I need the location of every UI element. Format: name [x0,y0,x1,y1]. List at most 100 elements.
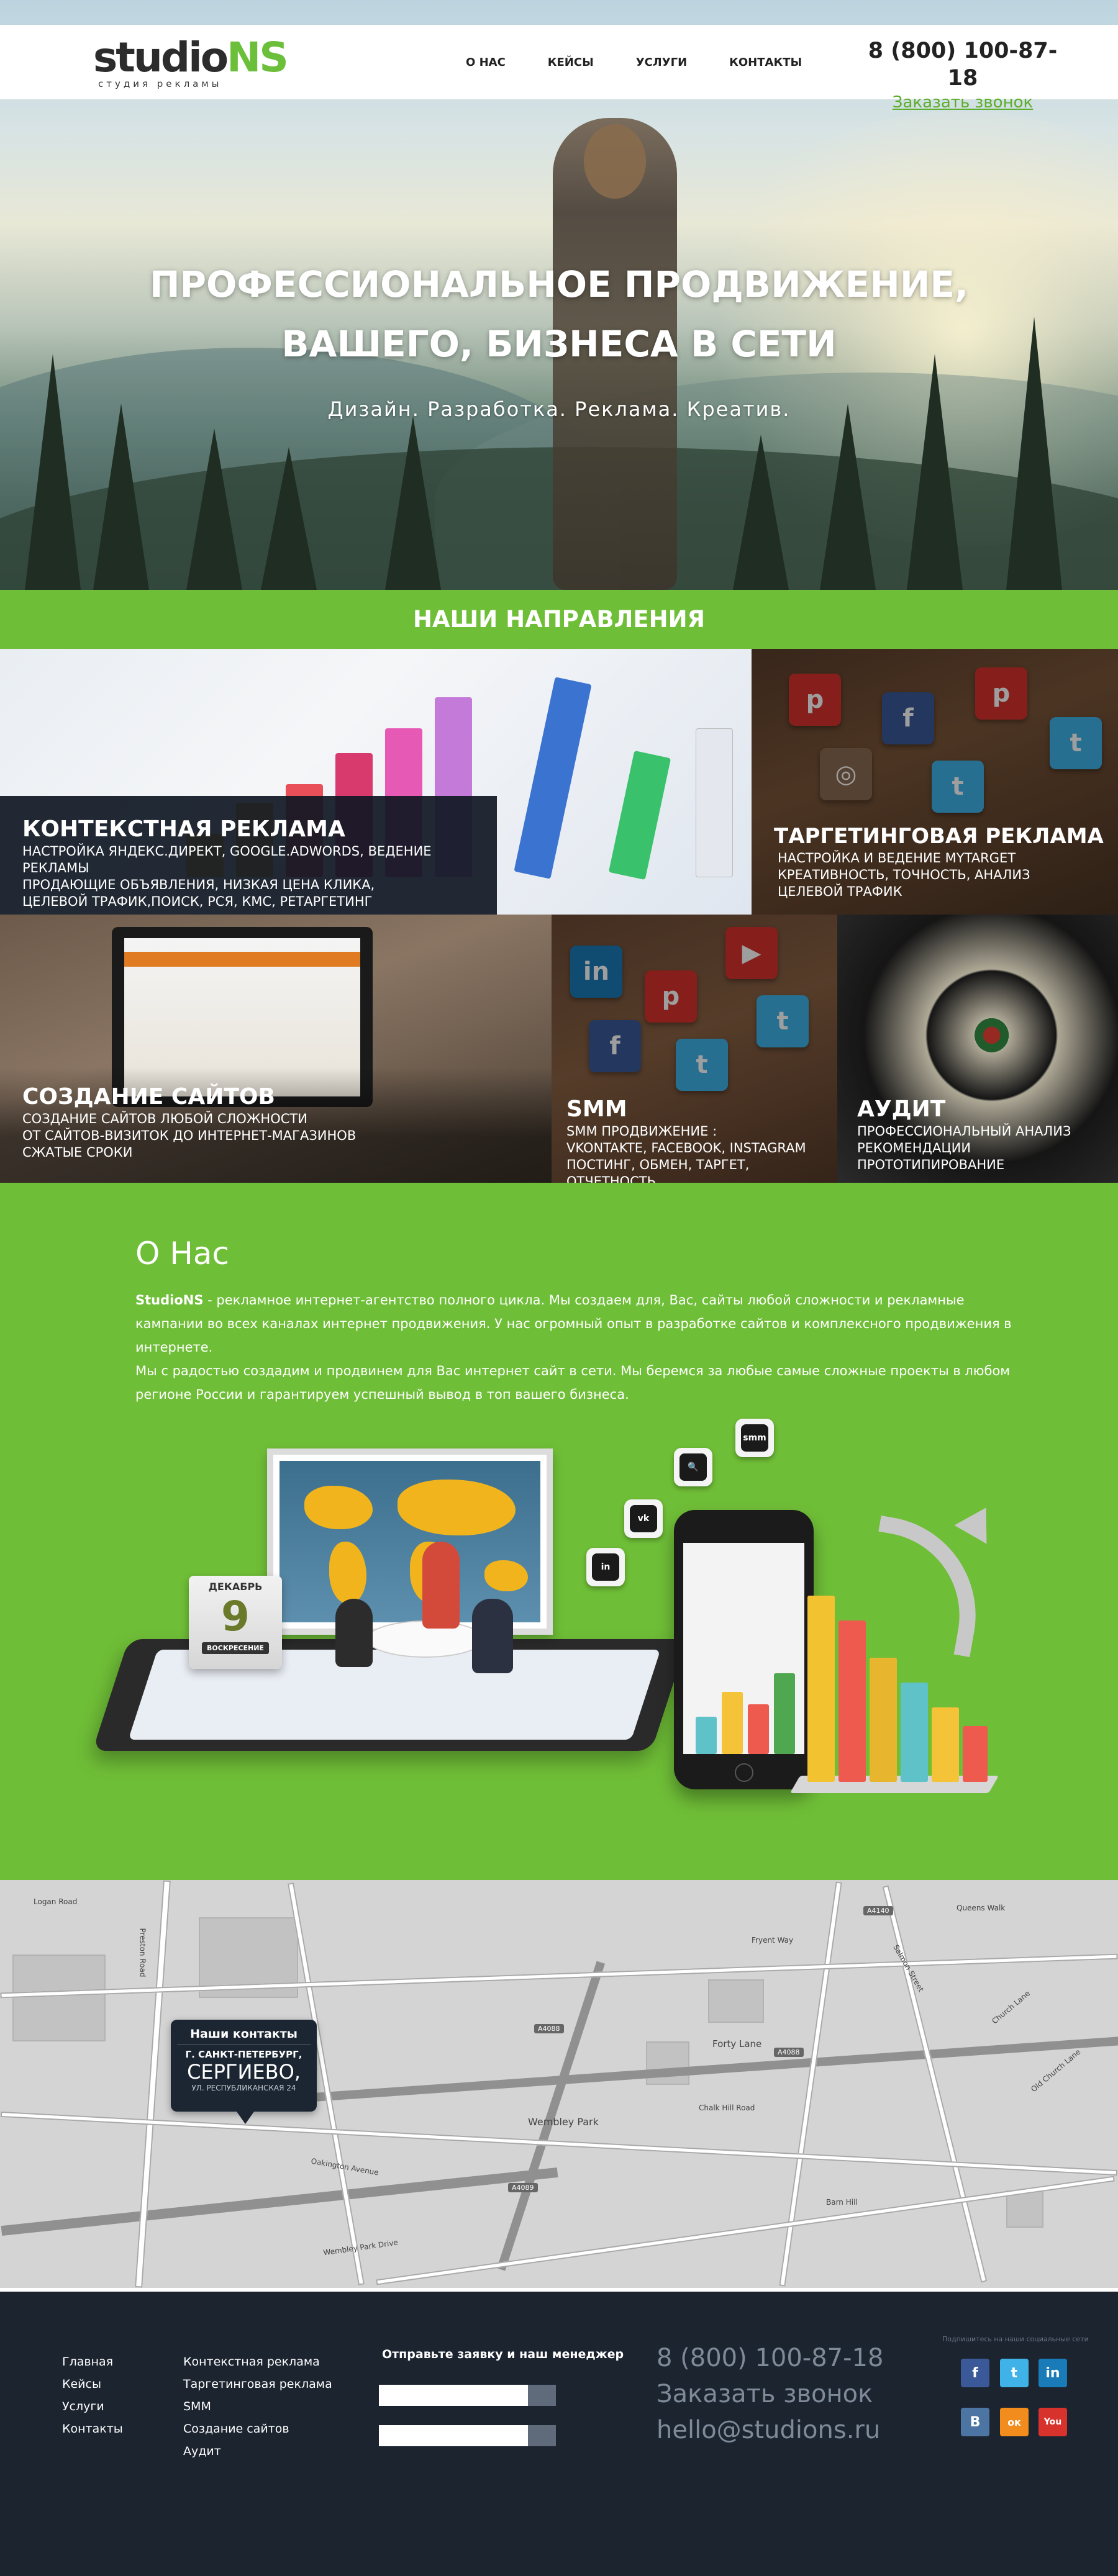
continent-graphic [304,1486,373,1529]
smm-key-icon: smm [735,1419,774,1457]
footer-link-smm[interactable]: SMM [183,2395,332,2418]
footer-name-input[interactable] [379,2385,528,2406]
twitter-icon[interactable]: t [1000,2359,1029,2387]
site-header: studioNS студия рекламы О НАС КЕЙСЫ УСЛУ… [0,25,1118,112]
map-road [0,1953,1118,1999]
tile-line: ПРОДАЮЩИЕ ОБЪЯВЛЕНИЯ, НИЗКАЯ ЦЕНА КЛИКА, [22,877,375,892]
tile-line: ЦЕЛЕВОЙ ТРАФИК,ПОИСК, РСЯ, КМС, РЕТАРГЕТ… [22,894,373,909]
hero-tree [25,354,81,590]
header-contact: 8 (800) 100-87-18 Заказать звонок [857,37,1068,113]
chart-bar-graphic [514,677,592,879]
chart-bar-graphic [608,750,671,880]
nav-item-cases[interactable]: КЕЙСЫ [548,56,594,69]
about-section: О Нас StudioNS - рекламное интернет-аген… [0,1183,1118,1880]
logo-wordmark-ns: NS [227,34,289,81]
footer-form-row [379,2385,556,2406]
footer-phone-input[interactable] [379,2425,528,2446]
footer-callback-link[interactable]: Заказать звонок [657,2376,873,2412]
tile-line: ПРОТОТИПИРОВАНИЕ [857,1157,1005,1172]
tile-targeting-ads[interactable]: p f p t ◎ t ТАРГЕТИНГОВАЯ РЕКЛАМА НАСТРО… [752,649,1118,915]
facebook-icon[interactable]: f [961,2359,989,2387]
nav-item-services[interactable]: УСЛУГИ [636,56,687,69]
footer-link-audit[interactable]: Аудит [183,2440,332,2462]
main-nav: О НАС КЕЙСЫ УСЛУГИ КОНТАКТЫ [466,25,802,99]
footer-phone[interactable]: 8 (800) 100-87-18 [657,2340,883,2376]
nav-item-about[interactable]: О НАС [466,56,506,69]
tile-caption: КОНТЕКСТНАЯ РЕКЛАМА НАСТРОЙКА ЯНДЕКС.ДИР… [0,796,497,915]
calendar-widget: ДЕКАБРЬ 9 ВОСКРЕСЕНИЕ [189,1576,282,1669]
tile-caption: СОЗДАНИЕ САЙТОВ СОЗДАНИЕ САЙТОВ ЛЮБОЙ СЛ… [0,1067,552,1183]
growth-arrow-head [954,1498,1002,1544]
road-number-badge: A4088 [774,2048,804,2057]
phone-chart-bar [774,1673,795,1754]
tile-line: КРЕАТИВНОСТЬ, ТОЧНОСТЬ, АНАЛИЗ [778,867,1030,882]
footer-form-title-wrap: Отправьте заявку и наш менеджер [382,2348,624,2361]
footer-link-context[interactable]: Контекстная реклама [183,2351,332,2373]
road-number-badge: A4088 [534,2024,564,2033]
header-phone-number[interactable]: 8 (800) 100-87-18 [857,37,1068,92]
site-footer: Главная Кейсы Услуги Контакты Контекстна… [0,2288,1118,2576]
hero-title: ПРОФЕССИОНАЛЬНОЕ ПРОДВИЖЕНИЕ, ВАШЕГО, БИ… [0,255,1118,374]
logo[interactable]: studioNS студия рекламы [93,34,323,89]
location-map[interactable]: Logan Road Preston Road Wembley Park For… [0,1880,1118,2288]
about-paragraph: Мы с радостью создадим и продвинем для В… [135,1363,1011,1402]
tile-smm[interactable]: in p ▶ t f t SMM SMM ПРОДВИЖЕНИЕ : VKONT… [552,915,837,1183]
search-key-icon: 🔍 [674,1448,712,1486]
continent-graphic [484,1560,528,1591]
about-title: О Нас [135,1236,229,1272]
graphic-bar [838,1620,866,1782]
nav-item-contacts[interactable]: КОНТАКТЫ [729,56,802,69]
directions-title: НАШИ НАПРАВЛЕНИЯ [412,606,706,633]
linkedin-icon[interactable]: in [1038,2359,1067,2387]
about-paragraph: StudioNS - рекламное интернет-агентство … [135,1288,1030,1359]
tile-line: ЦЕЛЕВОЙ ТРАФИК [778,884,902,899]
tile-line: VKONTAKTE, FACEBOOK, INSTAGRAM [566,1141,806,1155]
logo-wordmark: studioNS [93,34,323,82]
map-road-major [261,2036,1118,2105]
tile-line: НАСТРОЙКА ЯНДЕКС.ДИРЕКТ, GOOGLE.ADWORDS,… [22,844,432,875]
footer-link-home[interactable]: Главная [62,2351,123,2373]
tile-line: НАСТРОЙКА И ВЕДЕНИЕ MYTARGET [778,851,1016,865]
callback-link[interactable]: Заказать звонок [893,93,1033,112]
tile-line: СОЗДАНИЕ САЙТОВ ЛЮБОЙ СЛОЖНОСТИ [22,1111,307,1126]
footer-submit-button[interactable] [528,2385,556,2406]
tile-caption: ТАРГЕТИНГОВАЯ РЕКЛАМА НАСТРОЙКА И ВЕДЕНИ… [774,823,1104,900]
footer-submit-button[interactable] [528,2425,556,2446]
key-label: vk [630,1505,657,1532]
tile-web-development[interactable]: СОЗДАНИЕ САЙТОВ СОЗДАНИЕ САЙТОВ ЛЮБОЙ СЛ… [0,915,552,1183]
key-label: smm [741,1424,768,1452]
footer-link-cases[interactable]: Кейсы [62,2373,123,2395]
vkontakte-icon[interactable]: В [961,2408,989,2436]
odnoklassniki-icon[interactable]: ок [1000,2408,1029,2436]
footer-link-contacts[interactable]: Контакты [62,2418,123,2440]
calendar-month: ДЕКАБРЬ [208,1581,263,1593]
hero-tree [385,416,441,590]
footer-link-targeting[interactable]: Таргетинговая реклама [183,2373,332,2395]
continent-graphic [398,1480,516,1535]
logo-wordmark-studio: studio [93,34,229,81]
tile-context-ads[interactable]: КОНТЕКСТНАЯ РЕКЛАМА НАСТРОЙКА ЯНДЕКС.ДИР… [0,649,752,915]
map-label: Preston Road [138,1928,147,1977]
footer-nav: Главная Кейсы Услуги Контакты [62,2351,123,2440]
tile-line: РЕКОМЕНДАЦИИ [857,1141,971,1155]
map-label: Barn Hill [826,2198,858,2207]
continent-graphic [329,1542,366,1604]
map-label: Forty Lane [712,2038,762,2050]
tile-audit[interactable]: АУДИТ ПРОФЕССИОНАЛЬНЫЙ АНАЛИЗ РЕКОМЕНДАЦ… [837,915,1118,1183]
youtube-icon[interactable]: You [1038,2408,1067,2436]
person-graphic [422,1542,460,1629]
tile-title: АУДИТ [857,1096,946,1122]
hero-tree [186,428,242,590]
phone-chart-bar [722,1692,743,1754]
footer-link-websites[interactable]: Создание сайтов [183,2418,332,2440]
map-card-street: УЛ. РЕСПУБЛИКАНСКАЯ 24 [191,2084,296,2092]
footer-link-services[interactable]: Услуги [62,2395,123,2418]
about-paragraph-text: - рекламное интернет-агентство полного ц… [135,1293,1012,1355]
tile-title: ТАРГЕТИНГОВАЯ РЕКЛАМА [774,824,1104,849]
growth-arrow-graphic [860,1515,991,1658]
graphic-bar [932,1707,959,1782]
person-graphic [472,1599,513,1673]
board-screen [280,1461,540,1622]
map-card-title: Наши контакты [177,2027,311,2045]
footer-email[interactable]: hello@studions.ru [657,2412,880,2448]
